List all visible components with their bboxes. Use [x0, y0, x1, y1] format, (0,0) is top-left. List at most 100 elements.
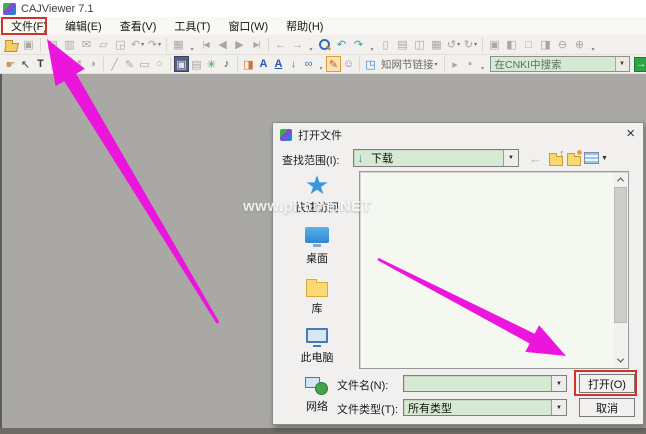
chevron-down-icon[interactable]: ▼ — [551, 400, 566, 415]
undo-icon[interactable]: ↶ — [129, 37, 146, 53]
file-name-combobox[interactable]: ▼ — [403, 375, 567, 392]
save-icon[interactable]: ▣ — [20, 37, 37, 53]
print-preview-icon[interactable]: ▥ — [61, 37, 78, 53]
redo-icon[interactable]: ↷ — [146, 37, 163, 53]
rotate-right-icon[interactable]: ↻ — [462, 37, 479, 53]
facing-page-icon[interactable]: ◫ — [411, 37, 428, 53]
toolbar-separator — [170, 57, 171, 71]
previous-view-icon[interactable]: ↶ — [333, 37, 350, 53]
look-in-combobox[interactable]: ↓ 下载 ▼ — [353, 149, 519, 167]
text-note-icon[interactable]: A — [256, 56, 271, 72]
menu-edit[interactable]: 编辑(E) — [56, 16, 111, 36]
toolbar-separator — [166, 38, 167, 52]
open-file-icon[interactable] — [3, 37, 20, 53]
stop-icon[interactable]: ▪ — [463, 56, 478, 72]
cancel-button[interactable]: 取消 — [579, 398, 635, 417]
first-page-icon[interactable]: |◀ — [197, 37, 214, 53]
chevron-down-icon[interactable]: ▼ — [615, 57, 629, 71]
insert-down-icon[interactable]: ↓ — [286, 56, 301, 72]
last-page-icon[interactable]: ▶| — [248, 37, 265, 53]
hand-tool-icon[interactable]: ☛ — [3, 56, 18, 72]
annotation-pen-icon[interactable]: ✎ — [326, 56, 341, 72]
up-one-level-icon[interactable]: ↑ — [547, 150, 564, 166]
face-note-icon[interactable]: ☺ — [341, 56, 356, 72]
continuous-page-icon[interactable]: ▤ — [394, 37, 411, 53]
snapshot-icon[interactable]: ◲ — [112, 37, 129, 53]
sound-note-icon[interactable]: ♪ — [219, 56, 234, 72]
up-arrow-icon: ↑ — [560, 148, 565, 158]
underline-text-icon[interactable]: A — [271, 56, 286, 72]
file-type-combobox[interactable]: 所有类型 ▼ — [403, 399, 567, 416]
file-type-value: 所有类型 — [404, 400, 551, 416]
toolbar-annotation: ☛↖T↻↺◑╱✎▭○▣▤✳♪◨AA↓∞▾✎☺◳知网节链接▸▪▾ 在CNKI中搜索… — [0, 55, 646, 74]
menu-window[interactable]: 窗口(W) — [219, 16, 277, 36]
actual-size-icon[interactable]: □ — [520, 37, 537, 53]
cnki-node-icon[interactable]: ◳ — [363, 56, 378, 72]
text-box-icon[interactable]: ▤ — [189, 56, 204, 72]
forward-view-icon[interactable]: → — [289, 37, 306, 53]
scroll-up-icon[interactable] — [614, 173, 627, 186]
new-folder-icon[interactable] — [565, 150, 582, 166]
pen-tool-icon[interactable]: ✎ — [122, 56, 137, 72]
stamp-icon[interactable]: ◨ — [241, 56, 256, 72]
close-icon[interactable]: × — [626, 125, 635, 143]
properties-icon[interactable]: ▦ — [170, 37, 187, 53]
cnki-search-combobox[interactable]: 在CNKI中搜索 ▼ — [490, 56, 630, 72]
toolbar-overflow-icon[interactable]: ▾ — [368, 37, 376, 53]
chevron-down-icon[interactable]: ▼ — [503, 150, 518, 166]
back-icon[interactable]: ← — [527, 150, 544, 166]
file-list[interactable] — [359, 171, 629, 369]
find-icon[interactable] — [316, 37, 333, 53]
text-select-icon[interactable]: T — [33, 56, 48, 72]
search-go-button[interactable]: → — [634, 57, 646, 72]
email-icon[interactable]: ✉ — [78, 37, 95, 53]
mirror-icon[interactable]: ◑ — [85, 56, 100, 72]
menu-tools[interactable]: 工具(T) — [165, 16, 219, 36]
ellipse-tool-icon[interactable]: ○ — [152, 56, 167, 72]
play-icon[interactable]: ▸ — [448, 56, 463, 72]
rotate-tool-icon[interactable]: ↻ — [55, 56, 70, 72]
single-page-icon[interactable]: ▯ — [377, 37, 394, 53]
next-view-icon[interactable]: ↷ — [350, 37, 367, 53]
sidebar-item-libraries[interactable]: 库 — [306, 278, 328, 316]
hyperlink-icon[interactable]: ∞ — [301, 56, 316, 72]
toolbar-overflow-icon[interactable]: ▾ — [589, 37, 597, 53]
fit-page-icon[interactable]: ▣ — [486, 37, 503, 53]
fit-width-icon[interactable]: ◧ — [503, 37, 520, 53]
scrollbar[interactable] — [614, 173, 627, 367]
toolbar-overflow-icon[interactable]: ▾ — [188, 37, 196, 53]
fit-visible-icon[interactable]: ◨ — [537, 37, 554, 53]
zoom-in-icon[interactable]: ⊕ — [571, 37, 588, 53]
previous-page-icon[interactable]: ◀ — [214, 37, 231, 53]
ocr-tool-icon[interactable]: ✳ — [204, 56, 219, 72]
back-view-icon[interactable]: ← — [272, 37, 289, 53]
scroll-down-icon[interactable] — [614, 354, 627, 367]
cnki-link-button[interactable]: 知网节链接 — [378, 56, 441, 72]
chevron-down-icon[interactable]: ▼ — [551, 376, 566, 391]
scroll-thumb[interactable] — [614, 187, 627, 323]
file-type-row: 文件类型(T): 所有类型 ▼ 取消 — [273, 398, 643, 418]
next-page-icon[interactable]: ▶ — [231, 37, 248, 53]
toolbar-overflow-icon[interactable]: ▾ — [479, 56, 487, 72]
sidebar-item-this-pc[interactable]: 此电脑 — [301, 328, 334, 365]
line-tool-icon[interactable]: ╱ — [107, 56, 122, 72]
continuous-facing-icon[interactable]: ▦ — [428, 37, 445, 53]
menu-view[interactable]: 查看(V) — [111, 16, 166, 36]
rotate-left-icon[interactable]: ↺ — [445, 37, 462, 53]
menu-file[interactable]: 文件(F) — [2, 16, 56, 36]
toolbar-overflow-icon[interactable]: ▾ — [317, 56, 325, 72]
copy-icon[interactable]: ▱ — [95, 37, 112, 53]
image-select-icon[interactable]: ▣ — [174, 56, 189, 72]
look-in-label: 查找范围(I): — [282, 152, 339, 168]
rectangle-tool-icon[interactable]: ▭ — [137, 56, 152, 72]
print-icon[interactable]: ▤ — [44, 37, 61, 53]
open-button[interactable]: 打开(O) — [579, 374, 635, 393]
select-tool-icon[interactable]: ↖ — [18, 56, 33, 72]
zoom-out-icon[interactable]: ⊖ — [554, 37, 571, 53]
rotate-back-icon[interactable]: ↺ — [70, 56, 85, 72]
toolbar-overflow-icon[interactable]: ▾ — [307, 37, 315, 53]
downloads-icon: ↓ — [354, 151, 367, 165]
menu-help[interactable]: 帮助(H) — [277, 16, 332, 36]
view-menu-icon[interactable]: ▼ — [583, 150, 609, 166]
sidebar-item-desktop[interactable]: 桌面 — [305, 227, 329, 266]
